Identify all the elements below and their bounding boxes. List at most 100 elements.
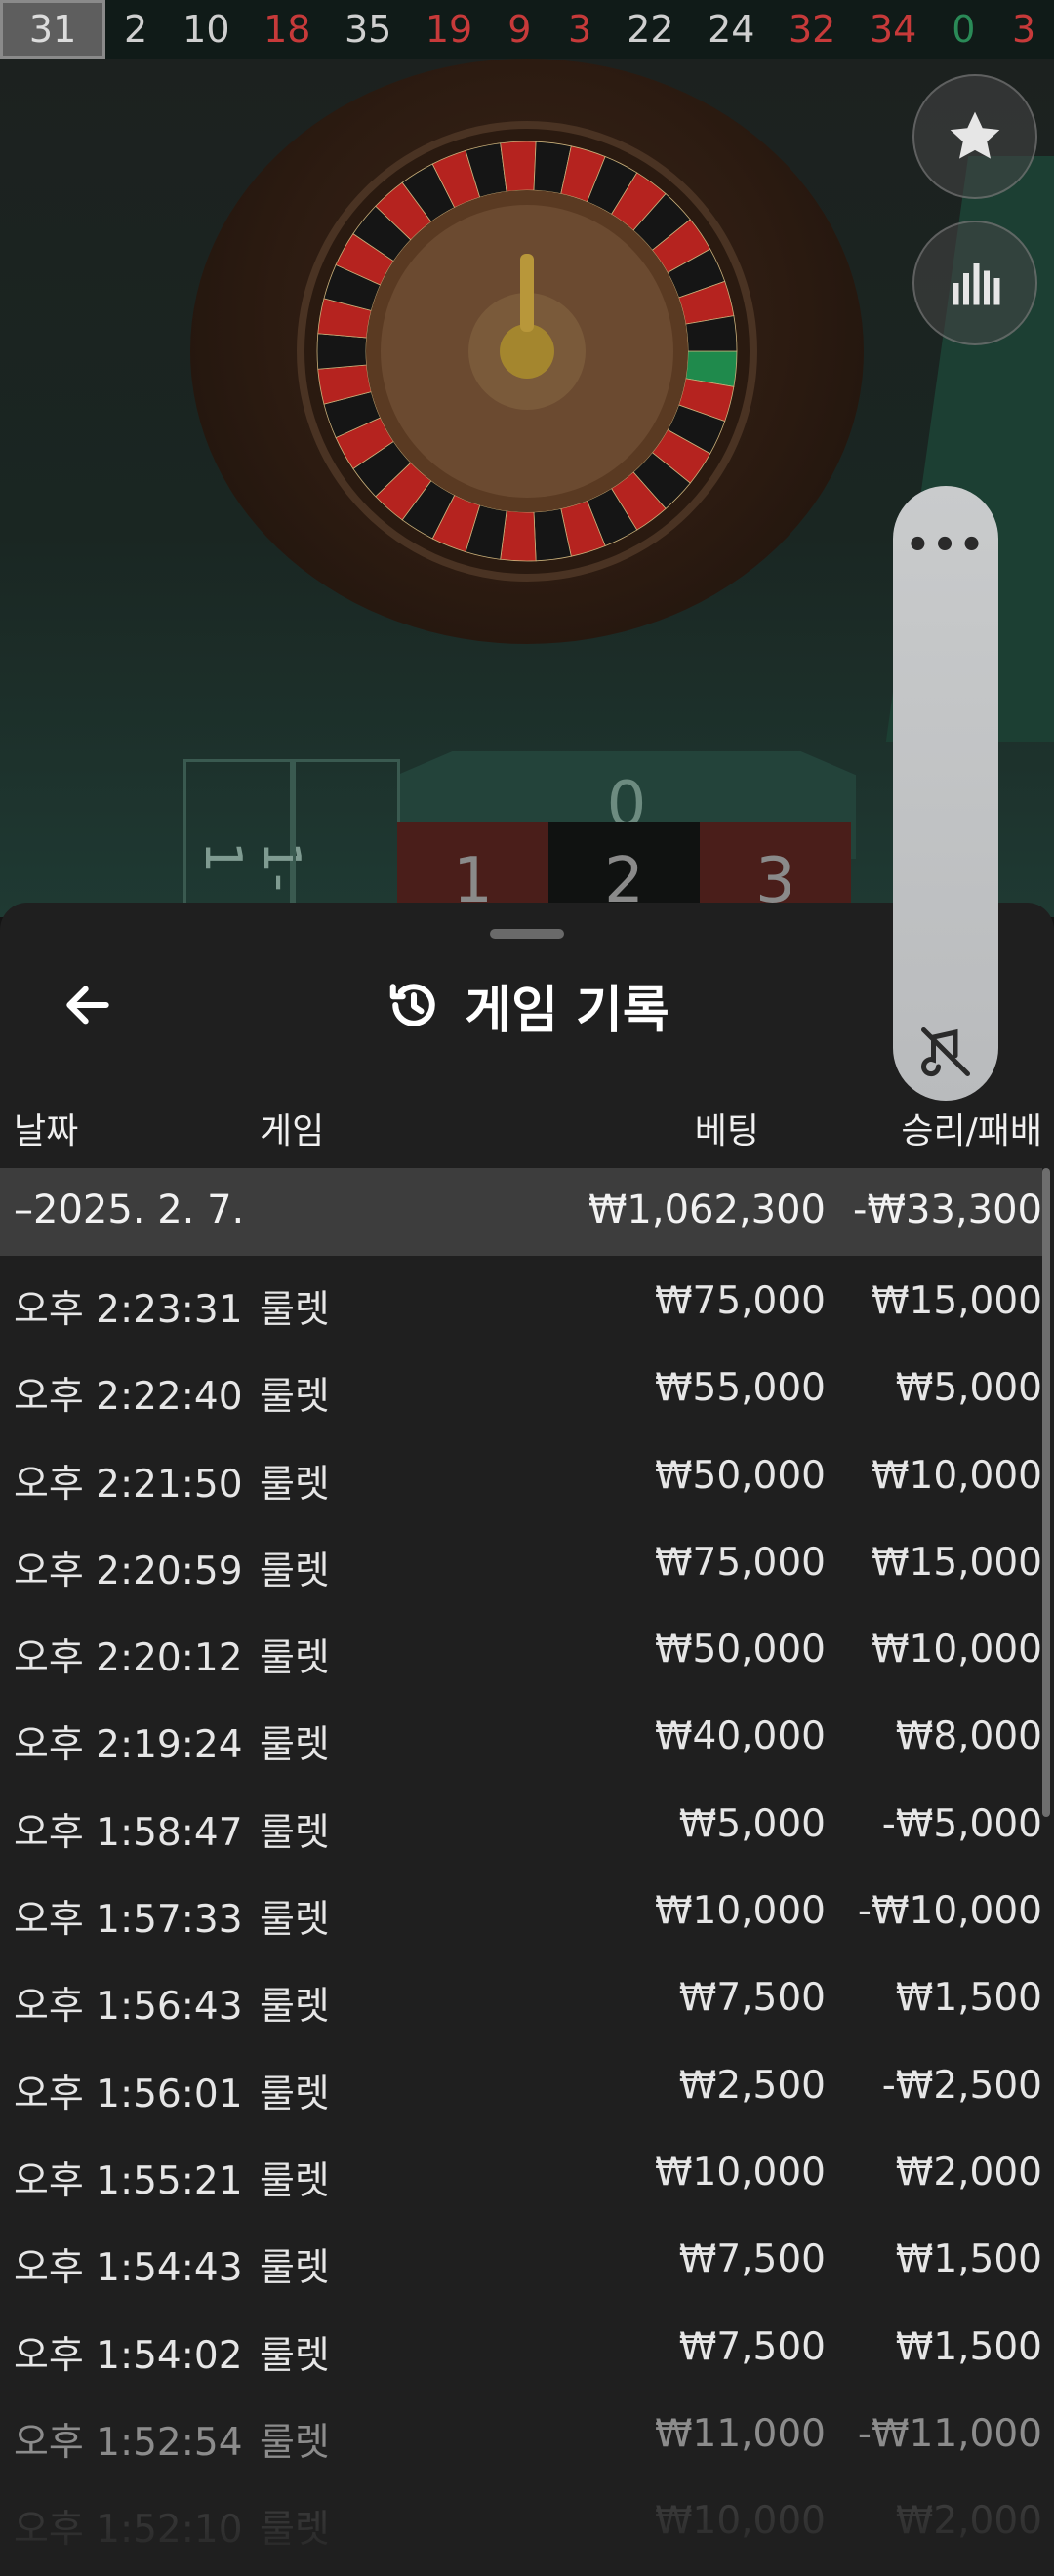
column-header-date: 날짜 bbox=[14, 1111, 79, 1151]
history-row-game: 룰렛 bbox=[260, 2158, 330, 2203]
history-row-bet: ₩2,500 bbox=[678, 2063, 826, 2108]
list-bottom-fade bbox=[0, 2459, 1054, 2576]
column-header-game: 게임 bbox=[260, 1111, 325, 1151]
history-row-bet: ₩11,000 bbox=[654, 2411, 826, 2456]
wheel-pocket bbox=[316, 333, 368, 370]
history-row[interactable]: 오후 1:56:43 룰렛 ₩7,500 ₩1,500 bbox=[0, 1952, 1042, 2039]
result-number: 10 bbox=[182, 8, 230, 51]
history-row-bet: ₩5,000 bbox=[678, 1801, 826, 1846]
roulette-wheel bbox=[297, 121, 757, 582]
history-row-time: 오후 1:54:43 bbox=[14, 2246, 243, 2291]
history-row-game: 룰렛 bbox=[260, 2333, 330, 2378]
history-row[interactable]: 오후 2:20:59 룰렛 ₩75,000 ₩15,000 bbox=[0, 1517, 1042, 1604]
history-row-result: ₩5,000 bbox=[895, 1366, 1042, 1411]
history-row[interactable]: 오후 1:54:43 룰렛 ₩7,500 ₩1,500 bbox=[0, 2214, 1042, 2301]
history-row-game: 룰렛 bbox=[260, 1810, 330, 1855]
history-row-bet: ₩75,000 bbox=[654, 1279, 826, 1323]
history-row[interactable]: 오후 2:22:40 룰렛 ₩55,000 ₩5,000 bbox=[0, 1343, 1042, 1429]
result-number: 3 bbox=[567, 8, 592, 51]
history-row-result: ₩10,000 bbox=[871, 1453, 1042, 1498]
history-row-time: 오후 2:23:31 bbox=[14, 1288, 243, 1332]
result-number: 0 bbox=[952, 8, 976, 51]
result-number: 24 bbox=[708, 8, 755, 51]
history-row-bet: ₩75,000 bbox=[654, 1540, 826, 1585]
latest-result-number: 31 bbox=[0, 0, 106, 59]
history-row-result: ₩2,000 bbox=[895, 2150, 1042, 2194]
history-row-game: 룰렛 bbox=[260, 1723, 330, 1768]
history-row-bet: ₩10,000 bbox=[654, 2150, 826, 2194]
history-row-time: 오후 2:22:40 bbox=[14, 1375, 243, 1420]
statistics-button[interactable] bbox=[912, 221, 1037, 345]
result-number: 18 bbox=[264, 8, 311, 51]
history-row-result: -₩10,000 bbox=[857, 1889, 1042, 1934]
more-controls-pill[interactable]: ••• bbox=[893, 486, 998, 1101]
more-options-icon[interactable]: ••• bbox=[893, 523, 998, 568]
history-row-time: 오후 1:56:01 bbox=[14, 2072, 243, 2116]
sound-off-icon[interactable] bbox=[916, 1023, 975, 1081]
bar-chart-icon bbox=[953, 263, 1000, 305]
history-row-game: 룰렛 bbox=[260, 1636, 330, 1681]
history-list: 오후 2:23:31 룰렛 ₩75,000 ₩15,000 오후 2:22:40 룰렛 ₩5… bbox=[0, 1256, 1042, 2562]
history-row-bet: ₩7,500 bbox=[678, 2324, 826, 2369]
wheel-pocket bbox=[500, 141, 537, 192]
history-row-game: 룰렛 bbox=[260, 1985, 330, 2030]
history-row-result: ₩8,000 bbox=[895, 1714, 1042, 1759]
history-row-bet: ₩7,500 bbox=[678, 2237, 826, 2282]
result-number: 19 bbox=[425, 8, 473, 51]
result-number: 35 bbox=[344, 8, 392, 51]
history-row-result: -₩2,500 bbox=[881, 2063, 1042, 2108]
history-row-game: 룰렛 bbox=[260, 2246, 330, 2291]
history-row-result: -₩11,000 bbox=[857, 2411, 1042, 2456]
history-row-bet: ₩40,000 bbox=[654, 1714, 826, 1759]
history-row-bet: ₩10,000 bbox=[654, 1889, 826, 1934]
history-icon bbox=[390, 984, 435, 1026]
history-scrollbar[interactable] bbox=[1042, 1168, 1050, 1817]
history-row-result: ₩15,000 bbox=[871, 1540, 1042, 1585]
history-row-time: 오후 1:58:47 bbox=[14, 1810, 243, 1855]
result-number: 32 bbox=[789, 8, 836, 51]
history-row-game: 룰렛 bbox=[260, 1549, 330, 1593]
history-row-bet: ₩50,000 bbox=[654, 1628, 826, 1672]
history-row-game: 룰렛 bbox=[260, 1375, 330, 1420]
result-number: 3 bbox=[1012, 8, 1036, 51]
history-row[interactable]: 오후 1:55:21 룰렛 ₩10,000 ₩2,000 bbox=[0, 2127, 1042, 2214]
history-row[interactable]: 오후 2:23:31 룰렛 ₩75,000 ₩15,000 bbox=[0, 1256, 1042, 1343]
history-row-time: 오후 2:19:24 bbox=[14, 1723, 243, 1768]
history-row[interactable]: 오후 1:57:33 룰렛 ₩10,000 -₩10,000 bbox=[0, 1866, 1042, 1952]
result-number: 9 bbox=[507, 8, 532, 51]
history-row-time: 오후 1:55:21 bbox=[14, 2158, 243, 2203]
history-row-result: ₩1,500 bbox=[895, 2237, 1042, 2282]
history-row[interactable]: 오후 1:58:47 룰렛 ₩5,000 -₩5,000 bbox=[0, 1779, 1042, 1866]
page-title: 게임 기록 bbox=[465, 981, 669, 1040]
history-row-time: 오후 1:56:43 bbox=[14, 1985, 243, 2030]
history-row-bet: ₩55,000 bbox=[654, 1366, 826, 1411]
date-group-bet-total: ₩1,062,300 bbox=[588, 1187, 826, 1232]
result-number: 34 bbox=[869, 8, 917, 51]
date-group-result-total: -₩33,300 bbox=[853, 1187, 1042, 1232]
date-group-label: –2025. 2. 7. bbox=[14, 1187, 245, 1232]
star-icon bbox=[950, 111, 1000, 159]
history-row-game: 룰렛 bbox=[260, 2072, 330, 2116]
date-group-row[interactable]: –2025. 2. 7. ₩1,062,300 -₩33,300 bbox=[0, 1168, 1042, 1256]
column-header-bet: 베팅 bbox=[694, 1111, 759, 1151]
game-history-sheet: 게임 기록 날짜 게임 베팅 승리/패배 –2025. 2. 7. ₩1,062… bbox=[0, 903, 1054, 2576]
history-row-bet: ₩50,000 bbox=[654, 1453, 826, 1498]
history-row[interactable]: 오후 1:54:02 룰렛 ₩7,500 ₩1,500 bbox=[0, 2302, 1042, 2389]
history-row[interactable]: 오후 2:21:50 룰렛 ₩50,000 ₩10,000 bbox=[0, 1430, 1042, 1517]
history-row[interactable]: 오후 2:20:12 룰렛 ₩50,000 ₩10,000 bbox=[0, 1604, 1042, 1691]
dozen-bet-cell bbox=[293, 759, 400, 917]
history-row-bet: ₩7,500 bbox=[678, 1976, 826, 2021]
history-row-time: 오후 2:21:50 bbox=[14, 1462, 243, 1507]
column-header-result: 승리/패배 bbox=[901, 1111, 1042, 1151]
history-row-game: 룰렛 bbox=[260, 1288, 330, 1332]
history-row[interactable]: 오후 2:19:24 룰렛 ₩40,000 ₩8,000 bbox=[0, 1691, 1042, 1778]
history-row-game: 룰렛 bbox=[260, 1462, 330, 1507]
sheet-drag-handle[interactable] bbox=[490, 929, 564, 939]
recent-results-strip: 31 2 10 18 35 19 9 3 22 24 32 34 0 3 bbox=[0, 0, 1054, 59]
history-row-result: ₩15,000 bbox=[871, 1279, 1042, 1323]
history-row-time: 오후 2:20:12 bbox=[14, 1636, 243, 1681]
favorites-button[interactable] bbox=[912, 74, 1037, 199]
history-row-result: -₩5,000 bbox=[881, 1801, 1042, 1846]
history-row-game: 룰렛 bbox=[260, 1898, 330, 1943]
history-row[interactable]: 오후 1:56:01 룰렛 ₩2,500 -₩2,500 bbox=[0, 2040, 1042, 2127]
